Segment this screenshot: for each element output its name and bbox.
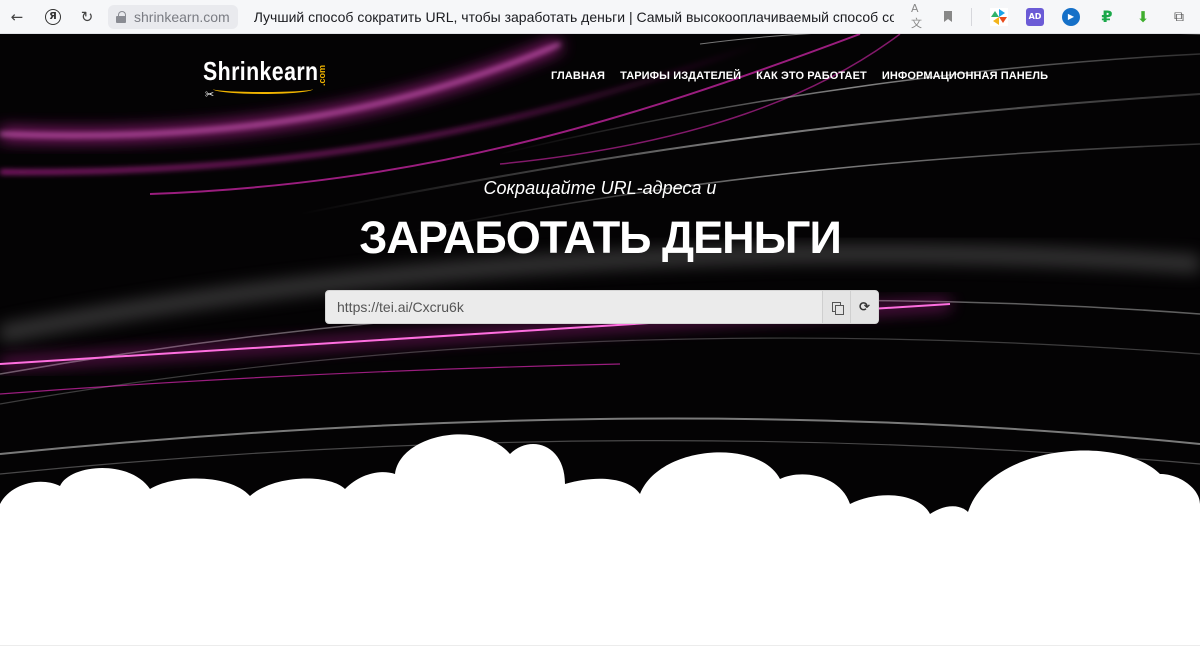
clouds-divider — [0, 434, 1200, 554]
page-body-blank — [0, 554, 1200, 650]
bottom-divider — [0, 645, 1200, 646]
play-extension-icon[interactable]: ▶ — [1062, 7, 1080, 26]
reload-icon[interactable]: ↻ — [70, 0, 104, 34]
toolbar-actions: A文 AD ▶ ₽ ⬇ ⧉ — [911, 0, 1200, 34]
toolbar-divider — [971, 7, 972, 26]
browser-toolbar: ← Я ↻ shrinkearn.com Лучший способ сокра… — [0, 0, 1200, 34]
yandex-icon: Я — [45, 8, 61, 25]
shopping-extension-icon[interactable]: ⧉ — [1170, 8, 1188, 26]
yandex-button[interactable]: Я — [36, 0, 70, 34]
pinwheel-extension-icon[interactable] — [990, 7, 1008, 26]
ad-extension-icon[interactable]: AD — [1026, 7, 1044, 26]
bookmark-icon[interactable] — [939, 8, 957, 26]
ruble-extension-icon[interactable]: ₽ — [1098, 7, 1116, 26]
page-title: Лучший способ сократить URL, чтобы зараб… — [253, 8, 894, 25]
back-arrow-icon[interactable]: ← — [0, 0, 34, 34]
address-domain: shrinkearn.com — [134, 8, 230, 25]
address-bar[interactable]: shrinkearn.com — [108, 4, 238, 29]
lock-icon — [116, 10, 126, 23]
translate-icon[interactable]: A文 — [911, 2, 929, 30]
download-extension-icon[interactable]: ⬇ — [1134, 8, 1152, 26]
hero-section: Shrinkearn .com ✂ ГЛАВНАЯ ТАРИФЫ ИЗДАТЕЛ… — [0, 34, 1200, 554]
